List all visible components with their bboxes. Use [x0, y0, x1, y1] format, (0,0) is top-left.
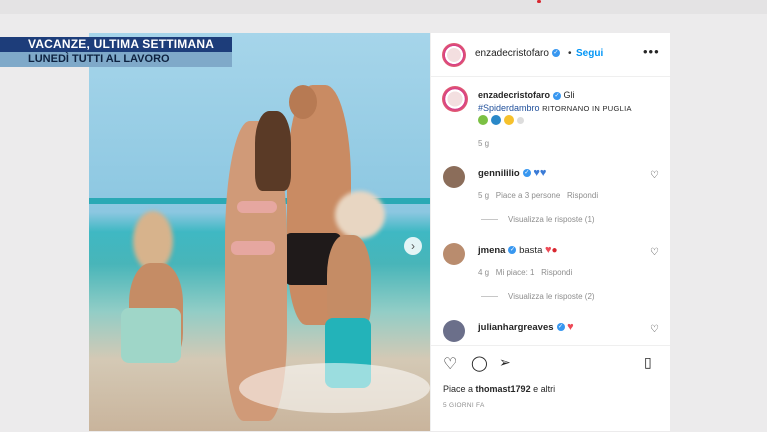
author-username[interactable]: enzadecristofaro ✓: [475, 48, 560, 59]
post-caption: enzadecristofaro ✓ Gli #Spiderdambro RITO…: [478, 89, 658, 115]
browser-top-strip: [0, 0, 767, 14]
comment-likes[interactable]: Piace a 3 persone: [496, 191, 561, 200]
like-comment-icon[interactable]: ♡: [650, 170, 659, 181]
like-comment-icon[interactable]: ♡: [650, 247, 659, 258]
author-avatar[interactable]: [442, 43, 466, 67]
post-side-panel: enzadecristofaro ✓ • Segui ••• enzadecris…: [430, 33, 670, 431]
indicator-dot: [537, 0, 541, 3]
liked-by-text: Piace a thomast1792 e altri: [443, 384, 556, 394]
caption-avatar[interactable]: [442, 86, 468, 112]
separator-dot: •: [568, 48, 572, 59]
comment-avatar[interactable]: [443, 243, 465, 265]
comment-1: gennililio ✓ ♥♥: [478, 167, 546, 179]
comment-icon[interactable]: ◯: [471, 354, 488, 372]
angry-face-icon: ●: [551, 245, 558, 256]
reply-button[interactable]: Rispondi: [567, 191, 598, 200]
caption-emojis: [478, 115, 527, 126]
comment-avatar[interactable]: [443, 166, 465, 188]
emoji-4-icon: [517, 116, 524, 124]
comment-username[interactable]: jmena: [478, 245, 505, 256]
woman-hair: [255, 111, 291, 191]
next-photo-button[interactable]: ›: [404, 237, 422, 255]
post-header: enzadecristofaro ✓ • Segui •••: [431, 33, 670, 77]
liked-by-others[interactable]: e altri: [533, 384, 555, 394]
tv-banner: VACANZE, ULTIMA SETTIMANA LUNEDÌ TUTTI A…: [0, 37, 232, 67]
red-heart-icon: ♥: [567, 321, 574, 333]
comment-3: julianhargreaves ✓ ♥: [478, 321, 574, 333]
share-icon[interactable]: ➢: [499, 354, 511, 371]
post-photo[interactable]: [89, 33, 430, 431]
child-left-head: [133, 211, 173, 271]
bookmark-icon[interactable]: ▯: [644, 354, 652, 371]
comment-2: jmena ✓ basta ♥●: [478, 244, 558, 256]
comment-username[interactable]: gennililio: [478, 168, 520, 179]
caption-text: Gli: [563, 90, 575, 100]
comment-avatar[interactable]: [443, 320, 465, 342]
verified-icon: ✓: [553, 91, 562, 100]
heart-icon[interactable]: ♡: [443, 354, 457, 374]
wave-foam: [239, 363, 430, 413]
more-horizontal-icon[interactable]: •••: [643, 44, 660, 59]
caption-tail: RITORNANO IN PUGLIA: [542, 104, 632, 113]
follow-button[interactable]: Segui: [576, 48, 603, 59]
caption-username[interactable]: enzadecristofaro: [478, 90, 550, 100]
verified-icon: ✓: [522, 169, 531, 178]
like-comment-icon[interactable]: ♡: [650, 324, 659, 335]
child-left-shorts: [121, 308, 181, 363]
emoji-1-icon: [478, 115, 488, 126]
view-replies-button[interactable]: Visualizza le risposte (1): [481, 215, 595, 224]
comment-likes[interactable]: Mi piace: 1: [496, 268, 535, 277]
comment-meta: 4 g Mi piace: 1 Rispondi: [478, 268, 573, 277]
verified-icon: ✓: [508, 246, 517, 255]
comment-meta: 5 g Piace a 3 persone Rispondi: [478, 191, 599, 200]
reply-button[interactable]: Rispondi: [541, 268, 572, 277]
verified-icon: ✓: [556, 323, 565, 332]
man-head: [289, 85, 317, 119]
post-actions: ♡ ◯ ➢ ▯ Piace a thomast1792 e altri 5 GI…: [431, 345, 670, 432]
child-right-head: [335, 191, 385, 239]
verified-icon: ✓: [551, 49, 560, 58]
post-date: 5 GIORNI FA: [443, 402, 485, 409]
view-replies-button[interactable]: Visualizza le risposte (2): [481, 292, 595, 301]
banner-title: VACANZE, ULTIMA SETTIMANA: [0, 37, 232, 52]
emoji-2-icon: [491, 115, 501, 126]
caption-hashtag[interactable]: #Spiderdambro: [478, 103, 540, 113]
caption-age: 5 g: [478, 139, 490, 148]
sun-icon: [504, 115, 514, 126]
woman-bikini-top: [237, 201, 277, 213]
comment-username[interactable]: julianhargreaves: [478, 322, 554, 333]
blue-heart-icon: ♥♥: [533, 167, 547, 179]
liked-by-user[interactable]: thomast1792: [476, 384, 531, 394]
comment-text: basta: [519, 245, 543, 256]
banner-subtitle: LUNEDÌ TUTTI AL LAVORO: [0, 52, 232, 67]
woman-bikini-bottom: [231, 241, 275, 255]
